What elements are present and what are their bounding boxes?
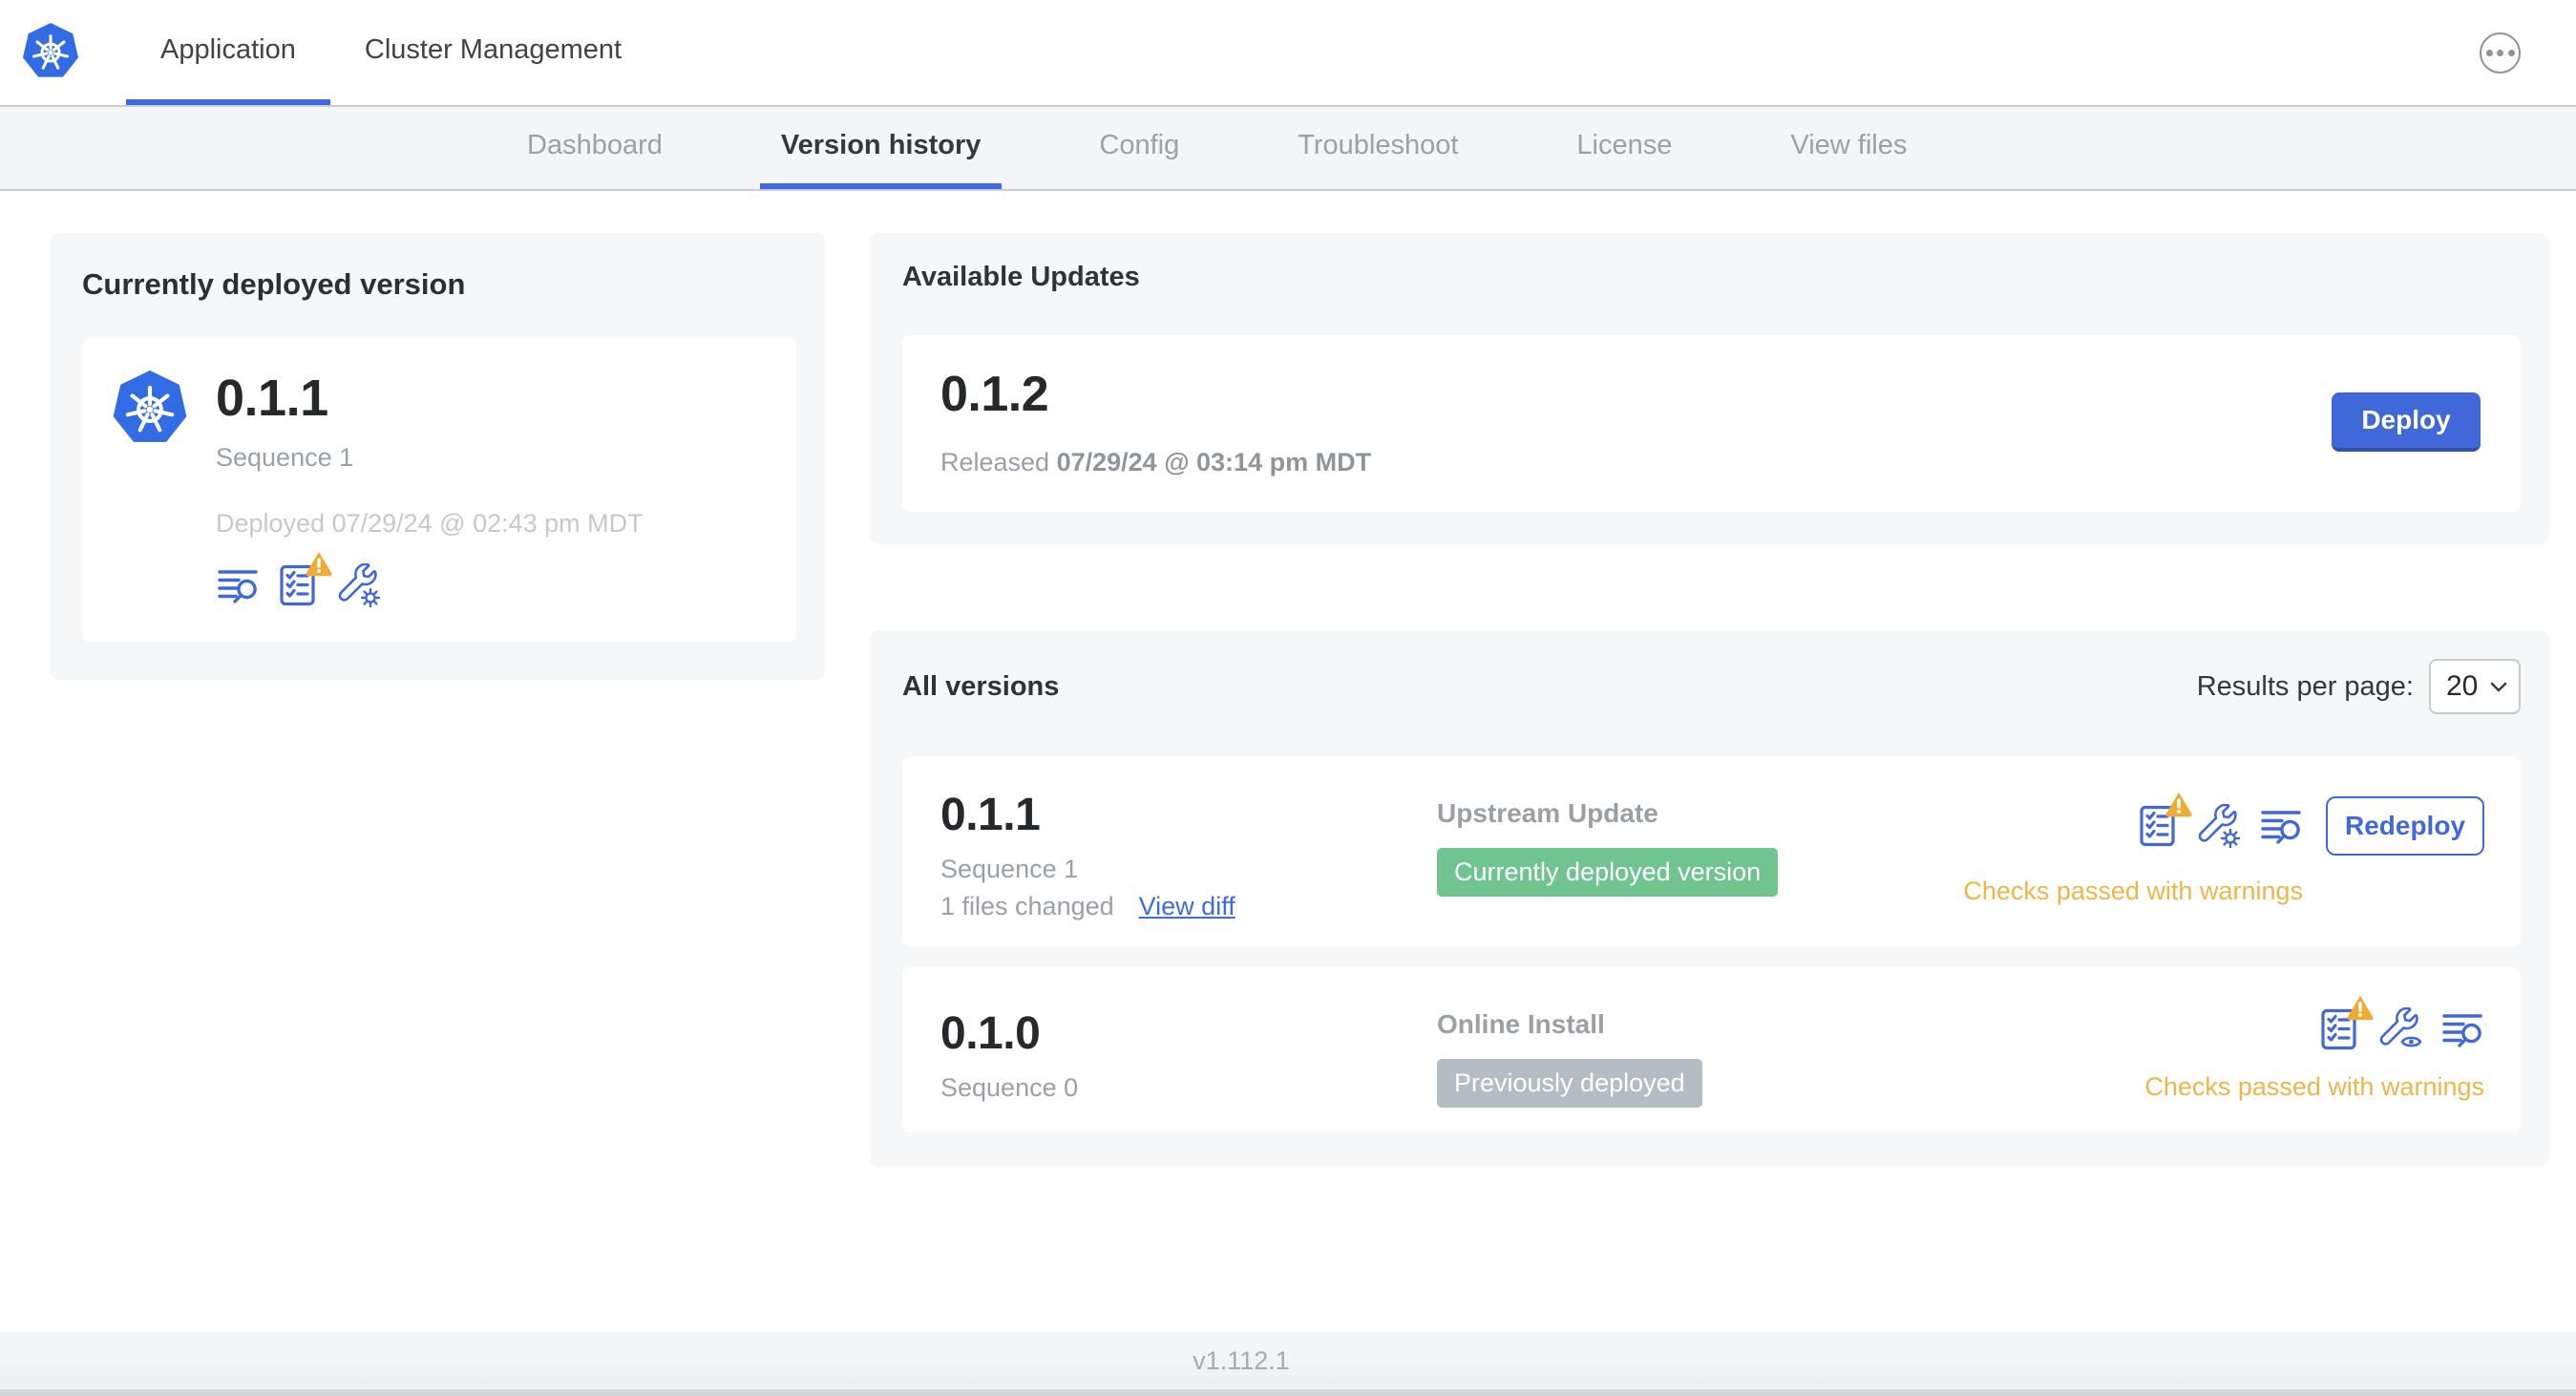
update-released-at: Released 07/29/24 @ 03:14 pm MDT bbox=[940, 448, 1372, 476]
current-version-sequence: Sequence 1 bbox=[216, 443, 354, 472]
app-logo bbox=[0, 0, 80, 105]
warning-triangle-icon bbox=[306, 552, 332, 577]
results-per-page-select[interactable]: 20 bbox=[2429, 659, 2521, 714]
top-tabs: Application Cluster Management bbox=[126, 0, 656, 105]
currently-deployed-title: Currently deployed version bbox=[82, 267, 466, 301]
row-sequence: Sequence 1 bbox=[940, 855, 1079, 883]
redeploy-button[interactable]: Redeploy bbox=[2326, 796, 2484, 856]
chevron-down-icon bbox=[2490, 682, 2507, 692]
subnav-config[interactable]: Config bbox=[1078, 107, 1200, 189]
version-source-label: Upstream Update bbox=[1437, 798, 1658, 828]
edit-config-icon[interactable] bbox=[2198, 804, 2242, 848]
subnav-troubleshoot[interactable]: Troubleshoot bbox=[1277, 107, 1479, 189]
page-footer: v1.112.1 bbox=[0, 1332, 2576, 1396]
preflight-checks-icon[interactable] bbox=[2318, 996, 2374, 1051]
available-updates-card: Available Updates 0.1.2 Released 07/29/2… bbox=[870, 233, 2549, 544]
row-version-number: 0.1.1 bbox=[940, 790, 1041, 840]
current-version-number: 0.1.1 bbox=[216, 370, 328, 427]
checks-status-text: Checks passed with warnings bbox=[2144, 1072, 2484, 1101]
top-bar: Application Cluster Management bbox=[0, 0, 2576, 107]
current-version-deployed-at: Deployed 07/29/24 @ 02:43 pm MDT bbox=[216, 509, 644, 538]
subnav-license[interactable]: License bbox=[1555, 107, 1693, 189]
console-version-text: v1.112.1 bbox=[1193, 1345, 1290, 1375]
diff-icon[interactable] bbox=[216, 563, 260, 607]
kubernetes-version-icon bbox=[113, 370, 187, 442]
view-config-icon[interactable] bbox=[2379, 1007, 2423, 1051]
available-updates-title: Available Updates bbox=[902, 262, 1140, 292]
tab-cluster-management[interactable]: Cluster Management bbox=[330, 0, 656, 105]
status-badge: Currently deployed version bbox=[1437, 848, 1779, 897]
edit-config-icon[interactable] bbox=[338, 563, 382, 607]
currently-deployed-version-card: 0.1.1 Sequence 1 Deployed 07/29/24 @ 02:… bbox=[82, 338, 796, 642]
deploy-button[interactable]: Deploy bbox=[2332, 391, 2481, 452]
preflight-checks-icon[interactable] bbox=[2137, 793, 2192, 848]
warning-triangle-icon bbox=[2347, 996, 2374, 1021]
row-sequence: Sequence 0 bbox=[940, 1073, 1079, 1102]
warning-triangle-icon bbox=[2165, 793, 2192, 817]
all-versions-title: All versions bbox=[902, 670, 1060, 702]
version-row-0-1-1: 0.1.1 Sequence 1 1 files changed View di… bbox=[902, 756, 2521, 946]
subnav-view-files[interactable]: View files bbox=[1769, 107, 1928, 189]
row-version-number: 0.1.0 bbox=[940, 1008, 1041, 1059]
main-content: Currently deployed version 0.1.1 Sequenc… bbox=[0, 191, 2576, 1332]
view-diff-link[interactable]: View diff bbox=[1139, 892, 1235, 921]
files-changed-label: 1 files changed bbox=[940, 892, 1114, 920]
version-row-0-1-0: 0.1.0 Sequence 0 Online Install Previous… bbox=[902, 967, 2521, 1132]
update-version-number: 0.1.2 bbox=[940, 367, 1049, 422]
ellipsis-icon bbox=[2485, 49, 2493, 56]
currently-deployed-card: Currently deployed version 0.1.1 Sequenc… bbox=[50, 233, 825, 680]
all-versions-card: All versions Results per page: 20 0.1.1 bbox=[870, 630, 2549, 1167]
results-per-page-label: Results per page: bbox=[2196, 670, 2414, 702]
subnav-dashboard[interactable]: Dashboard bbox=[506, 107, 684, 189]
subnav-version-history[interactable]: Version history bbox=[759, 107, 1003, 189]
diff-icon[interactable] bbox=[2440, 1007, 2484, 1051]
kubernetes-logo-icon bbox=[22, 23, 79, 77]
update-row: 0.1.2 Released 07/29/24 @ 03:14 pm MDT D… bbox=[902, 335, 2521, 512]
status-badge: Previously deployed bbox=[1437, 1059, 1702, 1108]
diff-icon[interactable] bbox=[2259, 804, 2303, 848]
preflight-checks-icon[interactable] bbox=[277, 552, 332, 607]
app-subnav: Dashboard Version history Config Trouble… bbox=[0, 107, 2576, 191]
tab-application[interactable]: Application bbox=[126, 0, 330, 105]
checks-status-text: Checks passed with warnings bbox=[1963, 877, 2303, 905]
more-options-button[interactable] bbox=[2480, 32, 2521, 74]
version-source-label: Online Install bbox=[1437, 1009, 1605, 1039]
